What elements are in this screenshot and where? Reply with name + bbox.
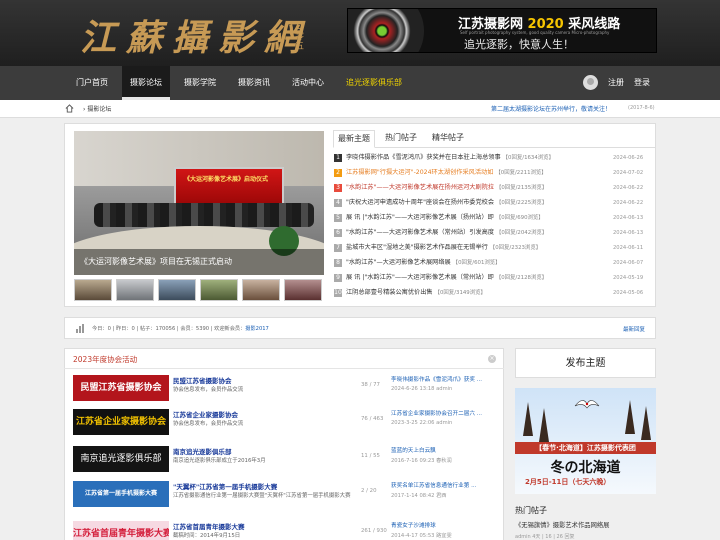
- forum-logo[interactable]: 江苏省第一届手机摄影大赛: [73, 481, 169, 507]
- camera-lens-icon: [348, 9, 424, 52]
- forum-count: 261 / 930: [361, 528, 387, 534]
- forum-last-post[interactable]: 蓝蓝的天上白云飘: [391, 446, 436, 454]
- slide-thumb[interactable]: [242, 279, 280, 301]
- forum-name[interactable]: "天翼杯"江苏省第一届手机摄影大赛: [173, 481, 277, 491]
- notice-date: (2017-8-6): [628, 105, 655, 111]
- topic-row[interactable]: 6 "水韵江苏"——大运河影像艺术展（常州站）引发高度 【0回复/2042浏览】 2…: [334, 226, 644, 240]
- banner-slogan: 追光逐影，快意人生！: [464, 38, 574, 51]
- main-nav: 门户首页 摄影论坛 摄影学院 摄影资讯 活动中心 追光逐影俱乐部 注册 登录: [0, 66, 720, 100]
- banner-subtitle: Self portrait photography system, good q…: [460, 30, 610, 35]
- forum-desc: 江苏省摄影通信行业第一届摄影大赛暨"天翼杯"江苏省第一届手机摄影大赛: [173, 493, 351, 499]
- notice-link[interactable]: 第二届太湖摄影论坛在苏州举行，敬请关注！: [491, 104, 611, 113]
- forum-last-date: 2023-3-25 22:06 admin: [391, 420, 453, 426]
- user-avatar-icon[interactable]: [583, 75, 598, 90]
- forum-logo[interactable]: 江苏省企业家摄影协会: [73, 409, 169, 435]
- hot-posts-title: 热门帖子: [515, 506, 547, 515]
- newest-member-link[interactable]: 摄影2017: [245, 326, 269, 332]
- forum-name[interactable]: 江苏省首届青年摄影大赛: [173, 521, 245, 531]
- slide-thumb[interactable]: [74, 279, 112, 301]
- sidebar-ad[interactable]: 【春节·北海道】江苏摄影代表团 冬の北海道 2月5日-11日（七天六晚）: [515, 388, 656, 494]
- topic-row[interactable]: 4 "庆祝大运河申遗成功十周年"座谈会在扬州市委党校会 【0回复/2225浏览】 2…: [334, 196, 644, 210]
- site-logo[interactable]: 江蘇攝影網: [80, 18, 310, 58]
- forum-stats-bar: 今日：0 | 昨日：0 | 帖子：170056 | 会员：5390 | 欢迎新会…: [64, 317, 656, 339]
- ad-band: 【春节·北海道】江苏摄影代表团: [515, 442, 656, 454]
- topic-row[interactable]: 7 盐城市大丰区"湿地之美"摄影艺术作品展在无锡举行 【0回复/2323浏览】 20…: [334, 241, 644, 255]
- ad-date: 2月5日-11日（七天六晚）: [525, 478, 611, 486]
- tab-hot[interactable]: 热门帖子: [381, 130, 421, 148]
- forum-last-post[interactable]: 青瓷女子沙滩排球: [391, 521, 436, 529]
- nav-forum[interactable]: 摄影论坛: [122, 66, 170, 100]
- slide-screen: 《大运河影像艺术展》启动仪式: [174, 167, 284, 207]
- forum-desc: 协会信息发布，会员作品交流: [173, 387, 244, 393]
- stats-text: 今日：0 | 昨日：0 | 帖子：170056 | 会员：5390 | 欢迎新会…: [92, 326, 269, 332]
- forum-row[interactable]: 江苏省首届青年摄影大赛 江苏省首届青年摄影大赛 截稿时间：2014年9月15日 …: [73, 521, 498, 540]
- latest-reply-link[interactable]: 最新回复: [623, 325, 645, 333]
- forum-count: 2 / 20: [361, 488, 377, 494]
- slide-thumb[interactable]: [284, 279, 322, 301]
- topic-row[interactable]: 5展 讯 |"水韵江苏"——大运河影像艺术展（扬州站）即 【0回复/690浏览】…: [334, 211, 644, 225]
- forum-desc: 协会信息发布，会员作品交流: [173, 421, 244, 427]
- nav-home[interactable]: 门户首页: [66, 66, 118, 100]
- forum-name[interactable]: 江苏省企业家摄影协会: [173, 409, 238, 419]
- forum-row[interactable]: 江苏省第一届手机摄影大赛 "天翼杯"江苏省第一届手机摄影大赛 江苏省摄影通信行业…: [73, 481, 498, 511]
- forum-logo[interactable]: 江苏省首届青年摄影大赛: [73, 521, 169, 540]
- nav-events[interactable]: 活动中心: [284, 66, 332, 100]
- forum-row[interactable]: 江苏省企业家摄影协会 江苏省企业家摄影协会 协会信息发布，会员作品交流 76 /…: [73, 409, 498, 439]
- forum-logo[interactable]: 南京追光逐影俱乐部: [73, 446, 169, 472]
- crane-icon: [574, 400, 600, 409]
- forum-desc: 截稿时间：2014年9月15日: [173, 533, 241, 539]
- forum-last-post[interactable]: 江苏省企业家摄影协会召开二届六 ...: [391, 409, 482, 417]
- topic-row[interactable]: 10 江阴总部壹号精装公寓优价出售 【0回复/3149浏览】 2024-05-06: [334, 286, 644, 300]
- forum-last-date: 2024-6-26 13:18 admin: [391, 386, 453, 392]
- topic-tabs: 最新主题 热门帖子 精华帖子: [333, 130, 655, 148]
- topic-row[interactable]: 9展 讯 |"水韵江苏"——大运河影像艺术展（常州站）即 【0回复/2128浏览…: [334, 271, 644, 285]
- login-link[interactable]: 登录: [634, 66, 650, 100]
- close-icon[interactable]: ×: [488, 355, 496, 363]
- header-banner[interactable]: 江苏摄影网 2020 采风线路 Self portrait photograph…: [347, 8, 657, 53]
- forum-last-date: 2017-1-14 08:42 君西: [391, 493, 447, 499]
- section-title[interactable]: 2023年度协会活动: [73, 354, 137, 365]
- site-header: 江蘇攝影網 二零五 江苏摄影网 2020 采风线路 Self portrait …: [0, 0, 720, 66]
- forum-row[interactable]: 南京追光逐影俱乐部 南京追光逐影俱乐部 南京追光逐影俱乐部成立于2016年3月 …: [73, 446, 498, 476]
- ad-headline: 冬の北海道: [550, 460, 621, 476]
- breadcrumb[interactable]: › 摄影论坛: [83, 104, 111, 113]
- stats-icon: [76, 324, 84, 333]
- nav-news[interactable]: 摄影资讯: [230, 66, 278, 100]
- forum-row[interactable]: 民盟江苏省摄影协会 民盟江苏省摄影协会 协会信息发布，会员作品交流 38 / 7…: [73, 375, 498, 405]
- topic-row[interactable]: 8 "水韵江苏"—大运河影像艺术展网络展 【0回复/601浏览】 2024-06-0…: [334, 256, 644, 270]
- slide-caption[interactable]: 《大运河影像艺术展》项目在无锡正式启动: [74, 249, 324, 275]
- forum-last-post[interactable]: 获奖名单江苏省信息通信行业第 ...: [391, 481, 476, 489]
- forum-name[interactable]: 民盟江苏省摄影协会: [173, 375, 232, 385]
- tab-digest[interactable]: 精华帖子: [428, 130, 468, 148]
- nav-club[interactable]: 追光逐影俱乐部: [338, 66, 410, 100]
- forum-last-date: 2014-4-17 05:53 路宜雯: [391, 533, 452, 539]
- topic-row[interactable]: 3 "水韵江苏"——大运河影像艺术展在扬州运河大剧院拉 【0回复/2135浏览】 2…: [334, 181, 644, 195]
- tab-latest[interactable]: 最新主题: [333, 130, 375, 148]
- forum-last-post[interactable]: 李晓伟摄影作品《雪泥鸿爪》获奖 ...: [391, 375, 482, 383]
- forum-count: 76 / 463: [361, 416, 384, 422]
- hot-post-meta: admin 4天 | 16 | 26 回复: [515, 534, 575, 540]
- logo-seal: 二零五: [295, 22, 305, 52]
- forum-desc: 南京追光逐影俱乐部成立于2016年3月: [173, 458, 266, 464]
- forum-last-date: 2016-7-16 09:23 春秋润: [391, 458, 452, 464]
- forum-logo[interactable]: 民盟江苏省摄影协会: [73, 375, 169, 401]
- topic-row[interactable]: 2 江苏摄影网"行摄大运河"-2024环太湖创作采风活动如 【0回复/2211浏览…: [334, 166, 644, 180]
- post-topic-button[interactable]: 发布主题: [515, 348, 656, 378]
- home-icon[interactable]: [65, 104, 74, 113]
- slideshow[interactable]: 《大运河影像艺术展》启动仪式 《大运河影像艺术展》项目在无锡正式启动: [74, 131, 324, 275]
- topic-row[interactable]: 1 李晓伟摄影作品《雪泥鸿爪》获奖并在日本驻上海总领事 【0回复/1634浏览】 2…: [334, 151, 644, 165]
- forum-count: 38 / 77: [361, 382, 380, 388]
- forum-name[interactable]: 南京追光逐影俱乐部: [173, 446, 232, 456]
- breadcrumb-bar: › 摄影论坛 第二届太湖摄影论坛在苏州举行，敬请关注！ (2017-8-6): [0, 100, 720, 118]
- forum-count: 11 / 55: [361, 453, 380, 459]
- slide-thumb[interactable]: [158, 279, 196, 301]
- slide-thumb[interactable]: [200, 279, 238, 301]
- nav-academy[interactable]: 摄影学院: [176, 66, 224, 100]
- hot-post-link[interactable]: 《无锡旗情》摄影艺术作品网络展: [515, 520, 609, 529]
- slide-thumb[interactable]: [116, 279, 154, 301]
- register-link[interactable]: 注册: [608, 66, 624, 100]
